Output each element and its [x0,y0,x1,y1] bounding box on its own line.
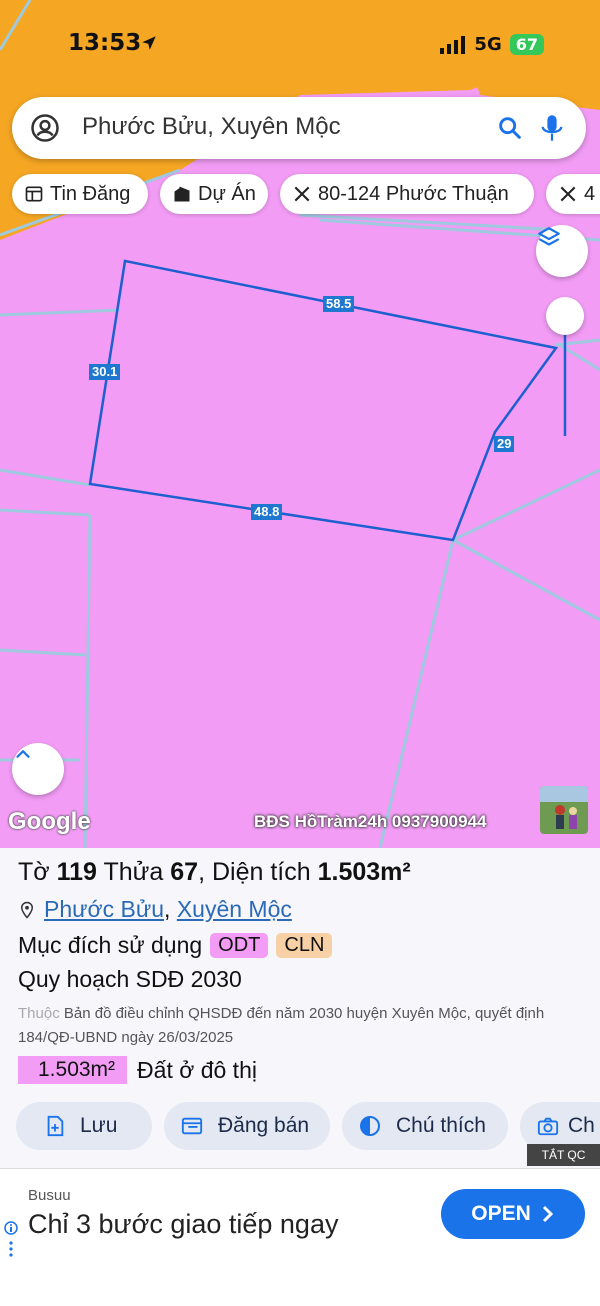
ad-open-button[interactable]: OPEN [441,1189,585,1239]
action-label: Đăng bán [218,1114,310,1137]
district-link[interactable]: Xuyên Mộc [177,896,292,923]
area-row: 1.503m² Đất ở đô thị [18,1056,257,1084]
title-parcel-label: Thửa [103,858,164,886]
measure-icon [294,186,310,202]
parcel-area: 1.503m² [317,858,411,886]
layers-icon [538,227,560,246]
measure-icon [560,186,576,202]
plan-label: Quy hoạch SDĐ 2030 [18,966,242,992]
land-use-tag-cln[interactable]: CLN [276,933,333,958]
chip-projects[interactable]: Dự Án [160,174,268,214]
action-bar: Lưu Đăng bán Chú thích Ch [16,1102,600,1152]
layers-button[interactable] [536,225,588,277]
save-button[interactable]: Lưu [16,1102,152,1150]
chip-label: Tin Đăng [50,182,131,205]
legend-icon [360,1116,380,1136]
dimension-right: 29 [494,436,515,452]
status-time: 13:53 [68,30,142,56]
title-sheet-label: Tờ [18,858,50,886]
location-pin-icon [20,901,34,919]
dimension-bottom: 48.8 [251,504,283,520]
chip-listings[interactable]: Tin Đăng [12,174,148,214]
network-label: 5G [474,34,502,55]
close-ad-label[interactable]: TẮT QC [527,1144,600,1166]
search-input[interactable]: Phước Bửu, Xuyên Mộc [82,113,341,141]
land-use-tag-odt[interactable]: ODT [210,933,269,958]
search-icon[interactable] [496,114,524,142]
camera-icon [537,1117,559,1136]
ad-banner[interactable]: Busuu Chỉ 3 bước giao tiếp ngay OPEN [0,1168,600,1263]
post-sale-icon [181,1117,203,1135]
street-view-thumbnail[interactable] [540,786,588,834]
dimension-left: 30.1 [89,364,121,380]
chevron-up-icon [16,750,30,758]
opacity-slider-handle[interactable] [546,297,584,335]
chip-label: Dự Án [198,182,256,205]
signal-icon [440,35,466,54]
expand-sheet-button[interactable] [12,743,64,795]
chevron-right-icon [542,1205,553,1223]
desc-prefix: Thuộc [18,1005,60,1022]
watermark: BĐS HồTràm24h 0937900944 [254,812,487,831]
ad-headline: Chỉ 3 bước giao tiếp ngay [28,1209,339,1239]
parcel-title: Tờ 119 Thửa 67, Diện tích 1.503m² [18,858,411,886]
title-area-label: Diện tích [211,858,311,886]
dimension-top: 58.5 [323,296,355,312]
ad-cta-label: OPEN [471,1202,531,1225]
land-use-row: Mục đích sử dụng ODT CLN [18,932,333,959]
chip-label: 80-124 Phước Thuận [318,182,509,205]
desc-text: Bản đồ điều chỉnh QHSDĐ đến năm 2030 huy… [18,1005,545,1046]
listing-icon [25,186,43,202]
chip-measure-4[interactable]: 4 [546,174,600,214]
sheet-number: 119 [56,858,97,886]
chip-label: 4 [584,182,596,205]
filter-chips: Tin Đăng Dự Án 80-124 Phước Thuận 4 [12,174,600,214]
google-logo: Google [8,808,91,835]
post-sale-button[interactable]: Đăng bán [164,1102,330,1150]
location-arrow-icon [142,36,156,50]
save-icon [47,1115,64,1137]
parcel-location: Phước Bửu, Xuyên Mộc [18,896,292,923]
plan-description: Thuộc Bản đồ điều chỉnh QHSDĐ đến năm 20… [18,1002,598,1050]
action-label: Lưu [80,1114,118,1137]
action-label: Ch [568,1114,595,1137]
ad-advertiser: Busuu [28,1187,71,1204]
project-icon [174,186,190,202]
status-bar: 13:53 5G 67 [0,30,600,62]
parcel-info-sheet: Tờ 119 Thửa 67, Diện tích 1.503m² Phước … [0,848,600,1168]
search-bar[interactable]: Phước Bửu, Xuyên Mộc [12,97,586,159]
parcel-number: 67 [170,858,199,886]
land-use-label: Mục đích sử dụng [18,932,203,958]
action-label: Chú thích [396,1114,486,1137]
account-icon[interactable] [30,113,60,143]
bottom-safe-area [0,1262,600,1306]
legend-button[interactable]: Chú thích [342,1102,508,1150]
battery-indicator: 67 [509,34,544,55]
chip-measure-80-124[interactable]: 80-124 Phước Thuận [280,174,534,214]
area-type: Đất ở đô thị [137,1056,257,1083]
ward-link[interactable]: Phước Bửu [44,896,164,923]
camera-button[interactable]: Ch [520,1102,600,1150]
microphone-icon[interactable] [538,113,566,143]
area-badge: 1.503m² [18,1056,128,1084]
ad-info-icon[interactable] [4,1221,18,1257]
